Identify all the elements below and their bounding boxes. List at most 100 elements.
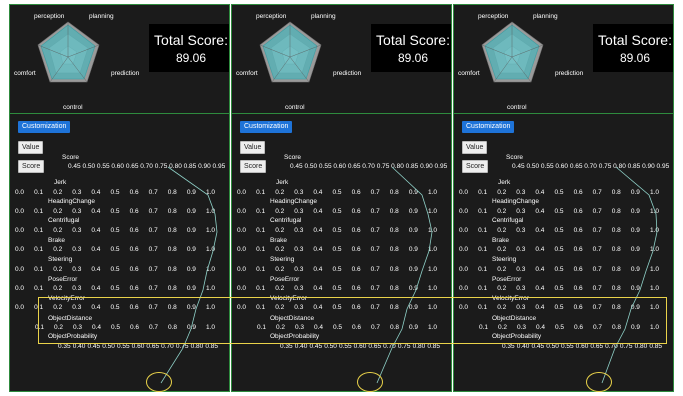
score-button[interactable]: Score	[462, 160, 489, 173]
tick-label: 0.45	[512, 163, 525, 170]
tick-label: 0.40	[72, 343, 86, 350]
slider-axis[interactable]: 0.0 0.1 0.2 0.3 0.4 0.5 0.6 0.7 0.8 0.9 1.0	[15, 266, 225, 273]
tick-label: 0.3	[72, 266, 82, 273]
slider-axis[interactable]: 0.45 0.50 0.55 0.60 0.65 0.70 0.75 0.80 0.85 0.90…	[512, 163, 671, 170]
tick-label: 0.1	[256, 208, 266, 215]
score-button[interactable]: Score	[18, 160, 45, 173]
tick-label: 0.7	[148, 189, 158, 196]
customization-button[interactable]: Customization	[240, 121, 293, 133]
tick-label: 0.1	[34, 285, 44, 292]
tick-label: 0.9	[408, 285, 418, 292]
tick-label: 0.8	[389, 285, 399, 292]
customization-button[interactable]: Customization	[462, 121, 515, 133]
slider-label: Steering	[48, 256, 73, 263]
tick-label: 0.4	[313, 227, 323, 234]
total-score-label: Total Score:	[154, 32, 228, 48]
radar-label-perception: perception	[34, 13, 65, 20]
value-button[interactable]: Value	[462, 141, 488, 154]
slider-axis[interactable]: 0.0 0.1 0.2 0.3 0.4 0.5 0.6 0.7 0.8 0.9 1.0	[237, 246, 447, 253]
tick-label: 0.4	[535, 227, 545, 234]
tick-label: 0.4	[535, 208, 545, 215]
tick-label: 0.70	[605, 343, 618, 350]
slider-axis[interactable]: 0.0 0.1 0.2 0.3 0.4 0.5 0.6 0.7 0.8 0.9 1.0	[237, 189, 447, 196]
tick-label: 0.0	[15, 227, 25, 234]
tick-label: 0.3	[294, 246, 304, 253]
slider-axis[interactable]: 0.0 0.1 0.2 0.3 0.4 0.5 0.6 0.7 0.8 0.9 1.0	[237, 266, 447, 273]
total-score-box: Total Score: 89.06	[593, 24, 673, 72]
tick-label: 0.45	[68, 163, 81, 170]
slider-axis[interactable]: 0.35 0.40 0.45 0.50 0.55 0.60 0.65 0.70 0.75 0.80…	[502, 343, 664, 350]
radar-label-planning: planning	[89, 13, 114, 20]
summary-area: perception planning prediction control c…	[10, 5, 229, 114]
slider-axis[interactable]: 0.0 0.1 0.2 0.3 0.4 0.5 0.6 0.7 0.8 0.9 1.0	[459, 227, 669, 234]
tick-label: 0.3	[516, 208, 526, 215]
slider-axis[interactable]: 0.0 0.1 0.2 0.3 0.4 0.5 0.6 0.7 0.8 0.9 1.0	[459, 246, 669, 253]
radar-label-comfort: comfort	[458, 70, 480, 77]
tick-label: 0.1	[478, 208, 488, 215]
tick-label: 0.3	[516, 189, 526, 196]
slider-axis[interactable]: 0.0 0.1 0.2 0.3 0.4 0.5 0.6 0.7 0.8 0.9 1.0	[459, 208, 669, 215]
tick-label: 0.6	[573, 227, 583, 234]
customization-button[interactable]: Customization	[18, 121, 71, 133]
tick-label: 0.85	[183, 163, 197, 170]
slider-axis[interactable]: 0.0 0.1 0.2 0.3 0.4 0.5 0.6 0.7 0.8 0.9 1.0	[237, 208, 447, 215]
highlight-ellipse	[357, 372, 383, 392]
tick-label: 0.5	[554, 208, 564, 215]
tick-label: 0.0	[15, 304, 25, 311]
slider-label: HeadingChange	[270, 198, 317, 205]
tick-label: 0.95	[212, 163, 226, 170]
radar-label-comfort: comfort	[236, 70, 258, 77]
slider-axis[interactable]: 0.0 0.1 0.2 0.3 0.4 0.5 0.6 0.7 0.8 0.9 1.0	[459, 285, 669, 292]
slider-axis[interactable]: 0.0 0.1 0.2 0.3 0.4 0.5 0.6 0.7 0.8 0.9 1.0	[15, 285, 225, 292]
tick-label: 0.3	[72, 285, 82, 292]
tick-label: 0.3	[294, 189, 304, 196]
tick-label: 0.7	[592, 266, 602, 273]
tick-label: 0.50	[324, 343, 337, 350]
tick-label: 1.0	[205, 189, 215, 196]
tick-label: 0.65	[368, 343, 382, 350]
tick-label: 0.35	[58, 343, 71, 350]
tick-label: 0.9	[186, 266, 196, 273]
slider-axis[interactable]: 0.45 0.50 0.55 0.60 0.65 0.70 0.75 0.80 0.85 0.90…	[290, 163, 449, 170]
slider-axis[interactable]: 0.35 0.40 0.45 0.50 0.55 0.60 0.65 0.70 0.75 0.80…	[280, 343, 442, 350]
slider-axis[interactable]: 0.0 0.1 0.2 0.3 0.4 0.5 0.6 0.7 0.8 0.9 1.0	[459, 189, 669, 196]
tick-label: 0.6	[573, 208, 583, 215]
tick-label: 0.2	[53, 266, 63, 273]
tick-label: 0.35	[502, 343, 515, 350]
tick-label: 0.5	[332, 246, 342, 253]
tick-label: 0.8	[389, 266, 399, 273]
slider-axis[interactable]: 0.0 0.1 0.2 0.3 0.4 0.5 0.6 0.7 0.8 0.9 1.0	[237, 285, 447, 292]
tick-label: 0.3	[516, 285, 526, 292]
slider-axis[interactable]: 0.0 0.1 0.2 0.3 0.4 0.5 0.6 0.7 0.8 0.9 1.0	[15, 189, 225, 196]
tick-label: 0.9	[408, 227, 418, 234]
tick-label: 0.3	[294, 208, 304, 215]
radar-label-control: control	[63, 104, 83, 111]
tick-label: 0.5	[110, 285, 120, 292]
tick-label: 0.5	[332, 189, 342, 196]
tick-label: 0.8	[389, 189, 399, 196]
tick-label: 0.75	[598, 163, 612, 170]
tick-label: 0.9	[186, 189, 196, 196]
tick-label: 0.0	[237, 246, 247, 253]
value-button[interactable]: Value	[240, 141, 266, 154]
slider-axis[interactable]: 0.0 0.1 0.2 0.3 0.4 0.5 0.6 0.7 0.8 0.9 1.0	[237, 227, 447, 234]
tick-label: 0.50	[526, 163, 540, 170]
tick-label: 0.60	[353, 343, 367, 350]
value-button[interactable]: Value	[18, 141, 44, 154]
slider-axis[interactable]: 0.0 0.1 0.2 0.3 0.4 0.5 0.6 0.7 0.8 0.9 1.0	[15, 246, 225, 253]
tick-label: 0.9	[186, 208, 196, 215]
score-button[interactable]: Score	[240, 160, 267, 173]
tick-label: 0.2	[497, 227, 507, 234]
tick-label: 0.0	[459, 246, 469, 253]
slider-axis[interactable]: 0.45 0.50 0.55 0.60 0.65 0.70 0.75 0.80 0.85 0.90…	[68, 163, 227, 170]
slider-label: PoseError	[492, 276, 522, 283]
slider-axis[interactable]: 0.0 0.1 0.2 0.3 0.4 0.5 0.6 0.7 0.8 0.9 1.0	[459, 266, 669, 273]
tick-label: 0.7	[592, 246, 602, 253]
tick-label: 0.5	[110, 266, 120, 273]
slider-axis[interactable]: 0.0 0.1 0.2 0.3 0.4 0.5 0.6 0.7 0.8 0.9 1.0	[15, 208, 225, 215]
tick-label: 0.7	[370, 227, 380, 234]
total-score-box: Total Score: 89.06	[149, 24, 229, 72]
slider-axis[interactable]: 0.35 0.40 0.45 0.50 0.55 0.60 0.65 0.70 0.75 0.80…	[58, 343, 220, 350]
tick-label: 0.8	[167, 266, 177, 273]
slider-axis[interactable]: 0.0 0.1 0.2 0.3 0.4 0.5 0.6 0.7 0.8 0.9 1.0	[15, 227, 225, 234]
